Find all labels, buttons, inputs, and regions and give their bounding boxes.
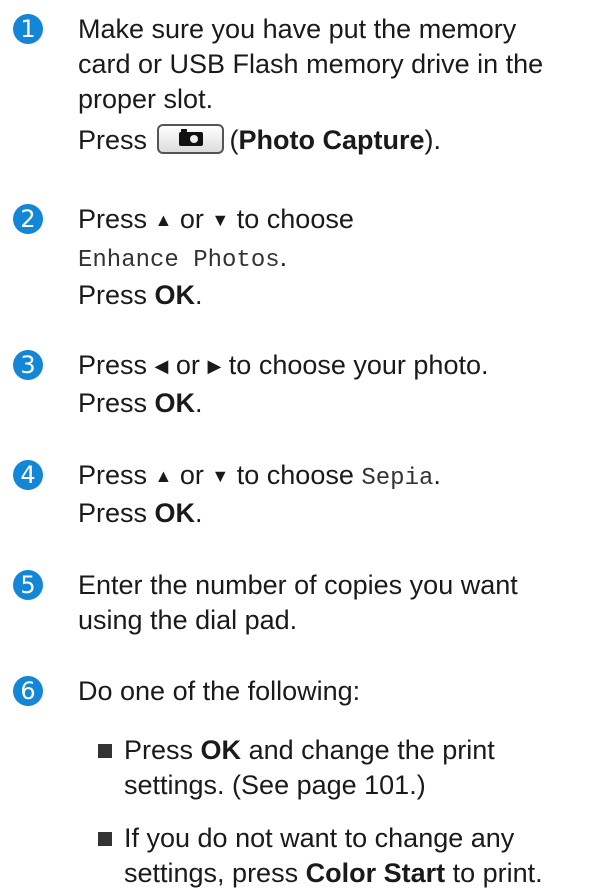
or-word: or <box>179 460 204 490</box>
press-word: Press <box>78 280 148 310</box>
bullet-text: Press OK and change the print settings. … <box>124 735 495 800</box>
photo-capture-label: Photo Capture <box>238 125 425 155</box>
to-choose-text: to choose <box>236 204 354 234</box>
down-arrow-icon: ▼ <box>211 210 230 230</box>
press-photo-capture-line: Press (Photo Capture). <box>78 123 606 158</box>
step-text-line: Enter the number of copies you want <box>78 570 518 600</box>
step-text-line: Press ◀ or ▶ to choose your photo. <box>78 348 606 386</box>
step-text-line: Press ▲ or ▼ to choose <box>78 202 606 240</box>
paren-open: ( <box>229 125 239 155</box>
press-word: Press <box>78 125 148 155</box>
instruction-page: 1 Make sure you have put the memory card… <box>0 0 612 888</box>
press-word: Press <box>78 498 148 528</box>
up-arrow-icon: ▲ <box>154 466 173 486</box>
down-arrow-icon: ▼ <box>211 466 230 486</box>
ok-key-label: OK <box>154 498 196 528</box>
step-number-badge: 3 <box>13 350 43 380</box>
ok-key-label: OK <box>154 280 196 310</box>
step-body: Press ▲ or ▼ to choose Enhance Photos. P… <box>78 202 606 313</box>
color-start-key-label: Color Start <box>305 858 446 888</box>
step-number-badge: 2 <box>13 204 43 234</box>
paren-close: ). <box>424 125 442 155</box>
ok-key-label: OK <box>154 388 196 418</box>
step-number-badge: 4 <box>13 460 43 490</box>
step-number-badge: 6 <box>13 676 43 706</box>
camera-icon <box>178 128 203 146</box>
step-number-badge: 5 <box>13 570 43 600</box>
step-text-line: card or USB Flash memory drive in the <box>78 49 544 79</box>
step-text-line: proper slot. <box>78 84 214 114</box>
press-word: Press <box>78 204 148 234</box>
menu-item-line: Enhance Photos. <box>78 240 606 278</box>
step-text-line: Press ▲ or ▼ to choose Sepia. <box>78 460 441 492</box>
press-word: Press <box>78 350 148 380</box>
or-word: or <box>175 350 200 380</box>
square-bullet-icon <box>98 832 112 846</box>
press-ok-line: Press OK. <box>78 498 203 528</box>
bullet-text: If you do not want to change any setting… <box>124 823 543 888</box>
left-arrow-icon: ◀ <box>154 356 169 376</box>
step-text-line: Do one of the following: <box>78 676 361 706</box>
period: . <box>279 242 288 272</box>
step-body: Enter the number of copies you want usin… <box>78 568 606 638</box>
to-choose-text: to choose <box>236 460 354 490</box>
press-ok-line: Press OK. <box>78 388 203 418</box>
press-word: Press <box>78 460 148 490</box>
choose-photo-text: to choose your photo. <box>228 350 489 380</box>
press-word: Press <box>78 388 148 418</box>
ok-key-label: OK <box>200 735 242 765</box>
right-arrow-icon: ▶ <box>207 356 222 376</box>
press-ok-line: Press OK. <box>78 280 203 310</box>
lcd-menu-item: Sepia <box>361 465 434 492</box>
step-text-line: using the dial pad. <box>78 605 298 635</box>
up-arrow-icon: ▲ <box>154 210 173 230</box>
step-number-badge: 1 <box>13 14 43 44</box>
step-body: Press ▲ or ▼ to choose Sepia. Press OK. <box>78 458 606 531</box>
photo-capture-button[interactable] <box>156 123 224 154</box>
lcd-menu-item: Enhance Photos <box>78 247 280 274</box>
step-text-line: Make sure you have put the memory <box>78 14 517 44</box>
square-bullet-icon <box>98 744 112 758</box>
step-body: Make sure you have put the memory card o… <box>78 12 606 158</box>
step-body: Press ◀ or ▶ to choose your photo. Press… <box>78 348 606 421</box>
or-word: or <box>179 204 204 234</box>
step-body: Do one of the following: <box>78 674 606 709</box>
